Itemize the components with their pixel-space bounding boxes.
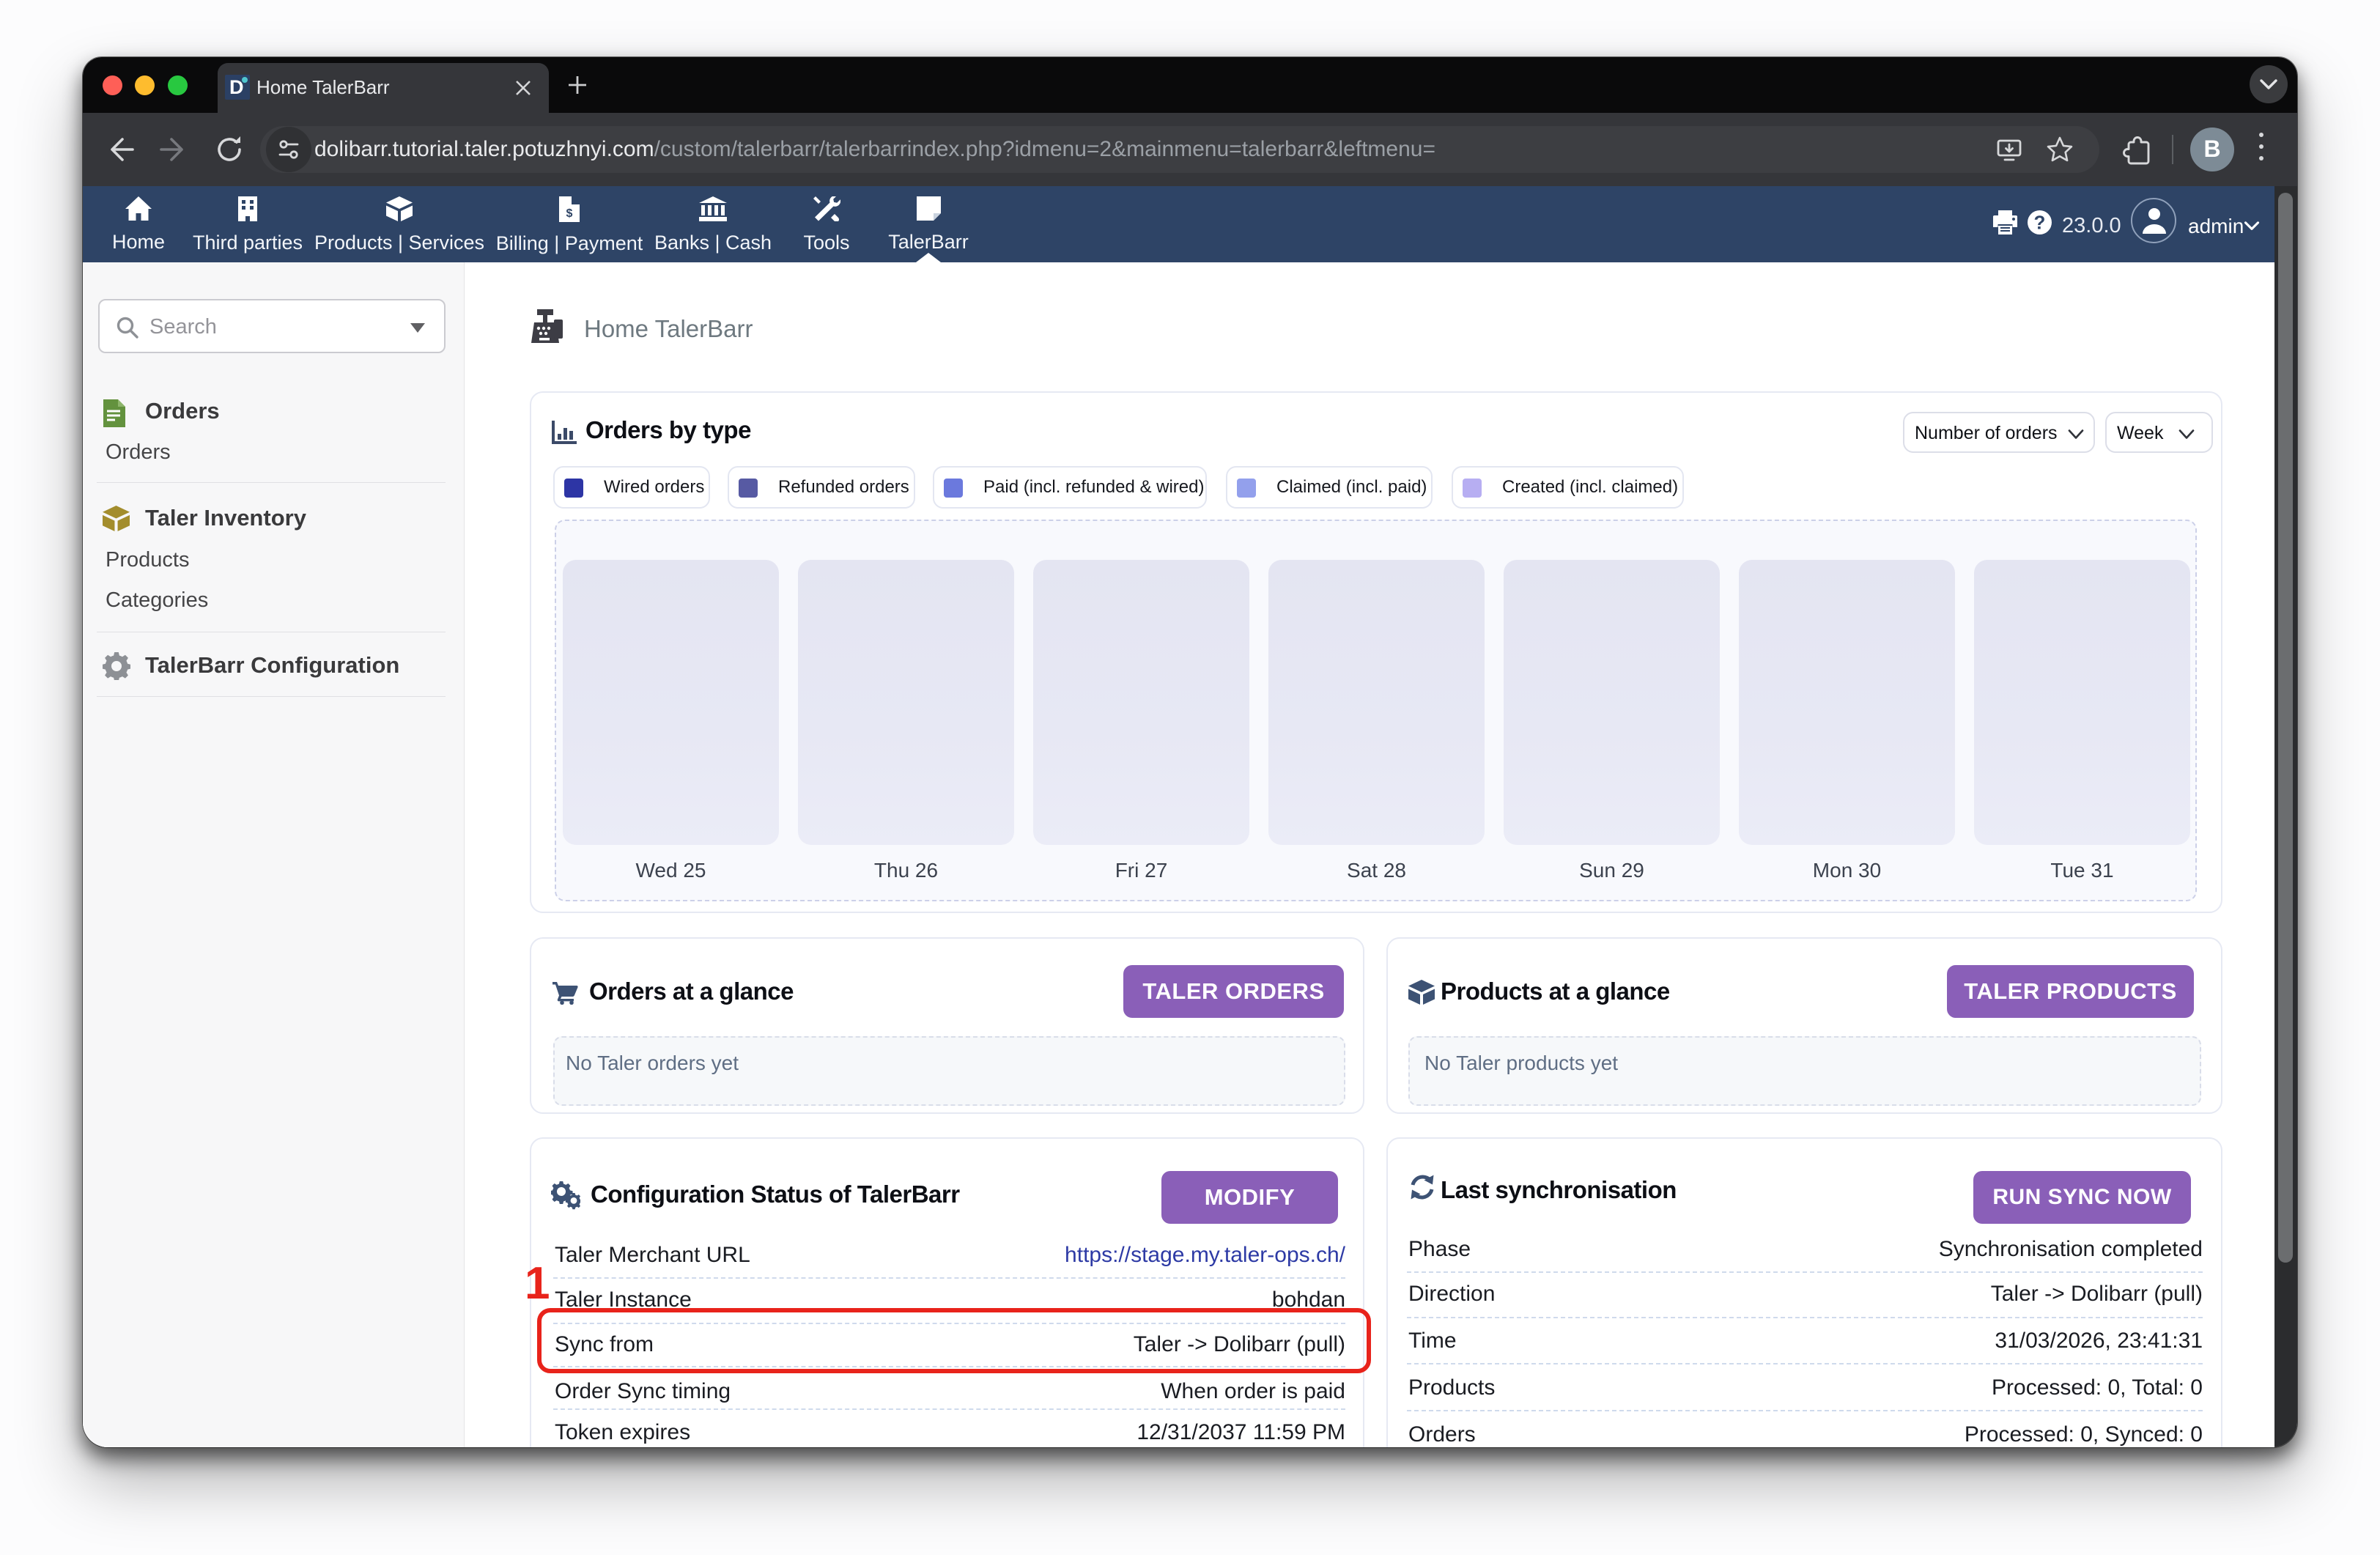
svg-text:$: $ [566, 207, 573, 220]
